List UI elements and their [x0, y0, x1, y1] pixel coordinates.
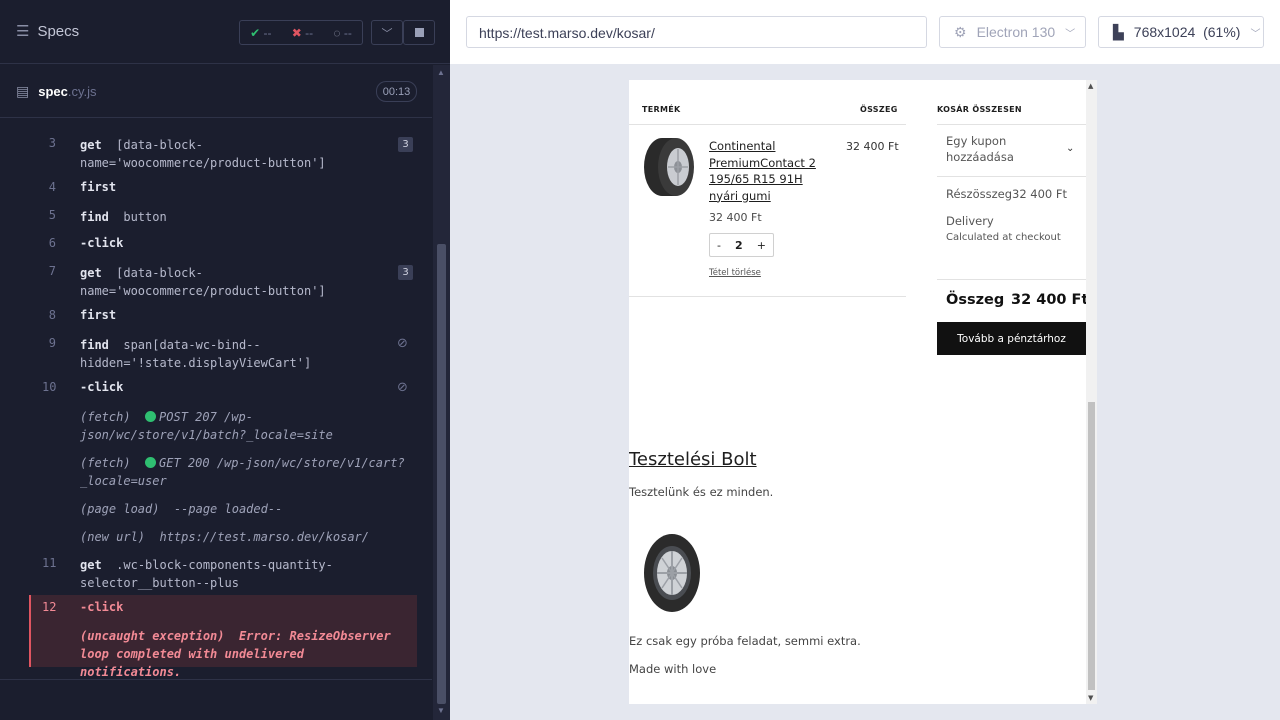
scroll-down-icon[interactable]: ▼: [437, 706, 445, 715]
divider: [937, 124, 1086, 125]
specs-toggle[interactable]: ☰ Specs: [16, 22, 80, 41]
element-count-badge: 3: [398, 137, 413, 152]
browser-selector[interactable]: ⚙ Electron 130 ﹀: [939, 16, 1086, 48]
command-log: 3 get [data-block-name='woocommerce/prod…: [0, 119, 432, 679]
line-total: 32 400 Ft: [846, 140, 899, 153]
menu-list-icon: ☰: [16, 23, 30, 40]
product-name-link[interactable]: Continental PremiumContact 2 195/65 R15 …: [709, 138, 824, 204]
divider: [937, 176, 1086, 177]
scroll-down-icon[interactable]: ▼: [1088, 694, 1093, 702]
total-label: Összeg: [946, 292, 1005, 308]
document-icon: ▤: [16, 83, 30, 99]
success-dot-icon: [145, 411, 157, 422]
site-tagline: Tesztelünk és ez minden.: [629, 485, 774, 499]
aut-toolbar: https://test.marso.dev/kosar/ ⚙ Electron…: [450, 0, 1280, 64]
product-unit-price: 32 400 Ft: [709, 211, 762, 224]
footer-tire-image: [644, 534, 700, 612]
chevron-down-icon: ﹀: [1065, 28, 1076, 40]
success-dot-icon: [145, 457, 157, 468]
scroll-up-icon[interactable]: ▲: [1088, 82, 1093, 90]
x-icon: ✖: [291, 25, 302, 40]
failed-stat: ✖ --: [291, 25, 314, 40]
column-header-cart-totals: KOSÁR ÖSSZESEN: [937, 105, 1022, 114]
quantity-stepper: - 2 +: [709, 233, 774, 257]
spec-header: ▤ spec.cy.js 00:13: [0, 65, 432, 118]
quantity-value[interactable]: 2: [735, 239, 743, 252]
subtotal-value: 32 400 Ft: [1012, 187, 1068, 201]
check-icon: ✔: [250, 25, 261, 40]
quantity-plus-button[interactable]: +: [757, 239, 766, 252]
cypress-runner-panel: ☰ Specs ✔ -- ✖ -- ◌ -- ﹀ ▤ spec.cy.js 00…: [0, 0, 450, 720]
element-count-badge: 3: [398, 265, 413, 280]
delivery-note: Calculated at checkout: [946, 232, 1061, 243]
column-header-total: ÖSSZEG: [860, 105, 898, 114]
passed-stat: ✔ --: [250, 25, 272, 40]
pending-stat: ◌ --: [333, 25, 352, 40]
divider: [937, 279, 1086, 280]
divider: [0, 679, 432, 680]
spec-file-name: ▤ spec.cy.js: [16, 83, 97, 99]
run-duration: 00:13: [376, 81, 417, 102]
scroll-up-icon[interactable]: ▲: [437, 68, 445, 77]
quantity-minus-button[interactable]: -: [717, 239, 721, 252]
specs-bar: ☰ Specs ✔ -- ✖ -- ◌ -- ﹀: [0, 0, 450, 64]
viewport-size: 768x1024 (61%): [1133, 24, 1241, 40]
stop-icon: [414, 28, 424, 37]
scrollbar-thumb[interactable]: [437, 244, 446, 704]
chevron-down-icon: ﹀: [381, 27, 393, 40]
app-under-test-frame: TERMÉK ÖSSZEG KOSÁR ÖSSZESEN Continental…: [629, 80, 1097, 704]
expand-button[interactable]: ﹀: [371, 20, 403, 45]
chevron-down-icon: ﹀: [1250, 28, 1261, 40]
chevron-down-icon[interactable]: ⌄: [1066, 143, 1074, 154]
delivery-label: Delivery: [946, 214, 994, 228]
eye-slash-icon: ⊘: [397, 380, 408, 395]
divider: [629, 124, 906, 125]
eye-slash-icon: ⊘: [397, 336, 408, 351]
ruler-icon: ▙: [1113, 23, 1124, 40]
divider: [629, 296, 906, 297]
product-image[interactable]: [642, 136, 696, 198]
footer-text: Made with love: [629, 662, 717, 676]
scrollbar-thumb[interactable]: [1088, 402, 1095, 690]
specs-label: Specs: [37, 22, 80, 40]
page-scrollbar[interactable]: ▲ ▼: [1086, 80, 1097, 704]
remove-item-link[interactable]: Tétel törlése: [709, 268, 761, 278]
total-value: 32 400 Ft: [1011, 292, 1089, 308]
coupon-toggle[interactable]: Egy kupon hozzáadása: [946, 133, 1076, 165]
column-header-product: TERMÉK: [642, 105, 681, 114]
stop-button[interactable]: [403, 20, 435, 45]
footer-text: Ez csak egy próba feladat, semmi extra.: [629, 634, 861, 648]
test-stats: ✔ -- ✖ -- ◌ --: [239, 20, 363, 45]
subtotal-label: Részösszeg: [946, 187, 1013, 201]
url-field[interactable]: https://test.marso.dev/kosar/: [466, 16, 927, 48]
viewport-selector[interactable]: ▙ 768x1024 (61%) ﹀: [1098, 16, 1264, 48]
proceed-to-checkout-button[interactable]: Tovább a pénztárhoz: [937, 322, 1086, 355]
gear-icon: ⚙: [954, 23, 967, 40]
pending-circle-icon: ◌: [333, 25, 341, 40]
site-title-link[interactable]: Tesztelési Bolt: [629, 449, 757, 470]
